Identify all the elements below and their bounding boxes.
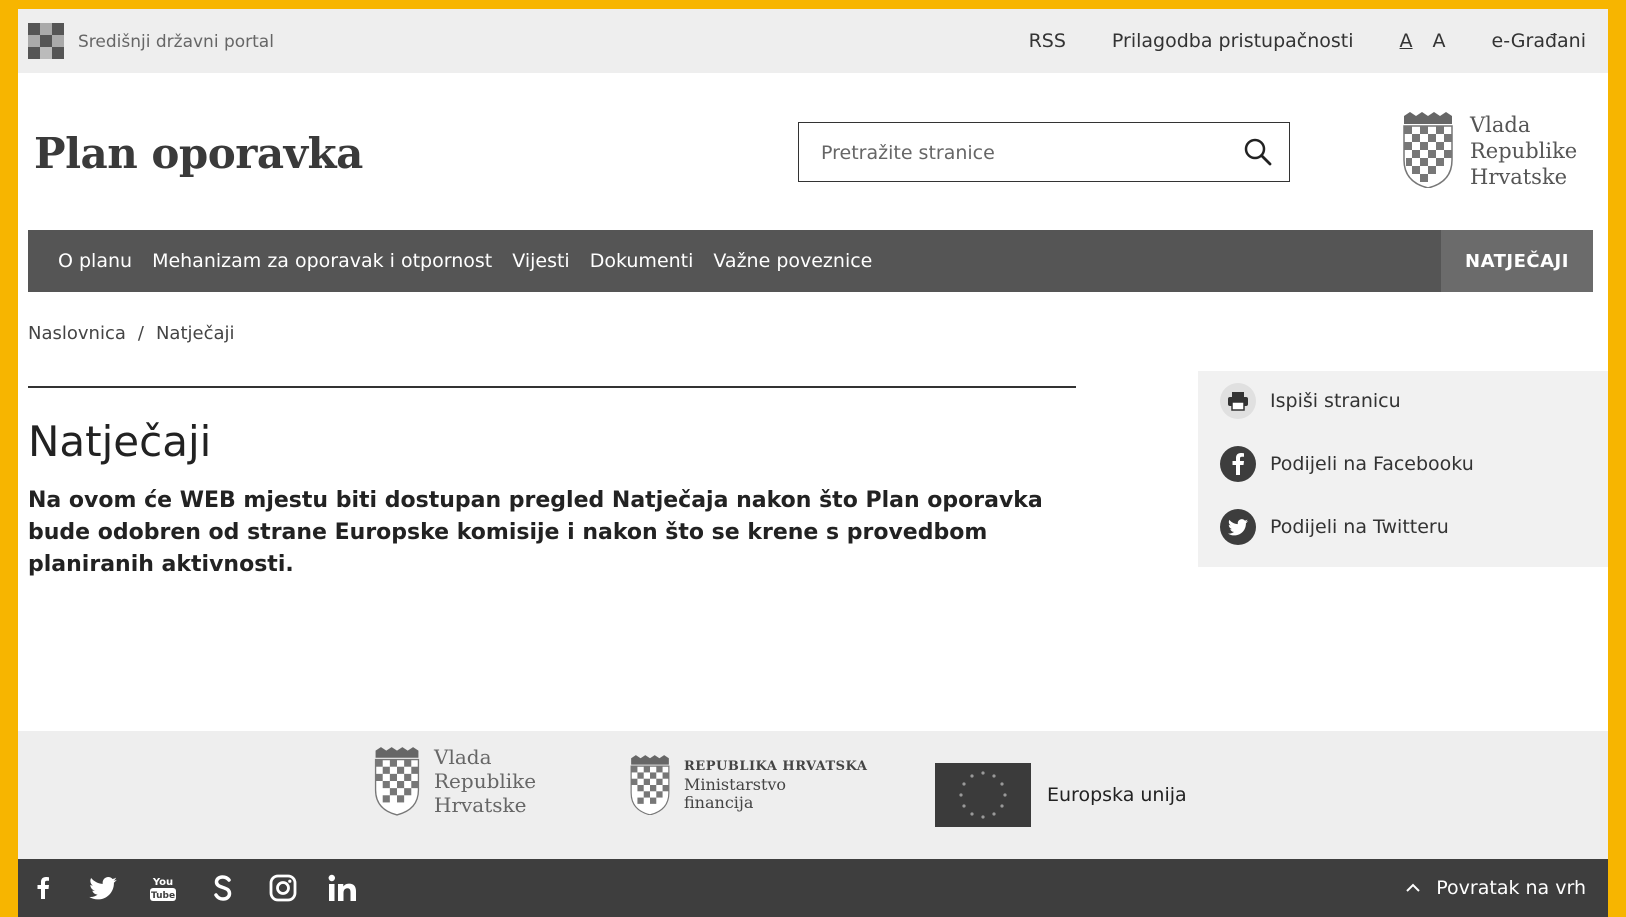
footer-logo-eu[interactable]: Europska unija bbox=[935, 763, 1187, 827]
print-page-label: Ispiši stranicu bbox=[1270, 390, 1401, 412]
eu-flag-icon bbox=[935, 763, 1031, 827]
share-facebook-label: Podijeli na Facebooku bbox=[1270, 453, 1474, 475]
footer-logos: Vlada Republike Hrvatske REPUBLIKA HRVAT… bbox=[18, 731, 1608, 859]
portal-link[interactable]: Središnji državni portal bbox=[28, 23, 274, 61]
footer-logo-line: Hrvatske bbox=[434, 793, 527, 817]
footer-logo-ministarstvo-text: REPUBLIKA HRVATSKA Ministarstvo financij… bbox=[684, 758, 867, 812]
share-twitter-label: Podijeli na Twitteru bbox=[1270, 516, 1449, 538]
breadcrumb-separator: / bbox=[137, 323, 144, 344]
s-icon[interactable] bbox=[208, 873, 238, 903]
portal-label: Središnji državni portal bbox=[78, 32, 274, 52]
twitter-icon[interactable] bbox=[88, 873, 118, 903]
print-page-link[interactable]: Ispiši stranicu bbox=[1220, 383, 1401, 419]
back-to-top-label: Povratak na vrh bbox=[1436, 877, 1586, 899]
egradjani-link[interactable]: e-Građani bbox=[1492, 30, 1586, 52]
twitter-icon bbox=[1220, 509, 1256, 545]
footer-logo-line: Ministarstvo bbox=[684, 775, 787, 794]
facebook-icon bbox=[1220, 446, 1256, 482]
share-facebook-link[interactable]: Podijeli na Facebooku bbox=[1220, 446, 1474, 482]
coat-of-arms-icon bbox=[630, 755, 670, 815]
printer-icon bbox=[1220, 383, 1256, 419]
frame-border-right bbox=[1608, 0, 1626, 917]
nav-item-vazne-poveznice[interactable]: Važne poveznice bbox=[713, 250, 872, 272]
page-title: Natječaji bbox=[28, 417, 212, 466]
site-title[interactable]: Plan oporavka bbox=[34, 129, 363, 178]
top-bar: Središnji državni portal RSS Prilagodba … bbox=[18, 9, 1608, 73]
nav-item-dokumenti[interactable]: Dokumenti bbox=[590, 250, 694, 272]
accessibility-link[interactable]: Prilagodba pristupačnosti bbox=[1112, 30, 1354, 52]
main-nav: O planu Mehanizam za oporavak i otpornos… bbox=[28, 230, 1593, 292]
footer-logo-line: Republike bbox=[434, 769, 537, 793]
footer-logo-vlada-text: Vlada Republike Hrvatske bbox=[434, 745, 536, 817]
intro-text: Na ovom će WEB mjestu biti dostupan preg… bbox=[28, 488, 1043, 577]
youtube-icon-text: Tube bbox=[151, 891, 175, 901]
frame-border-left bbox=[0, 0, 18, 917]
nav-item-o-planu[interactable]: O planu bbox=[58, 250, 132, 272]
social-links: You Tube bbox=[28, 859, 358, 917]
coat-of-arms-icon bbox=[1403, 112, 1453, 188]
gov-text-line: Republike bbox=[1470, 139, 1578, 163]
share-panel: Ispiši stranicu Podijeli na Facebooku Po… bbox=[1198, 371, 1608, 567]
gov-text-line: Vlada bbox=[1470, 113, 1531, 137]
footer-logo-vlada[interactable]: Vlada Republike Hrvatske bbox=[372, 745, 536, 817]
share-twitter-link[interactable]: Podijeli na Twitteru bbox=[1220, 509, 1449, 545]
gov-text-line: Hrvatske bbox=[1470, 165, 1568, 189]
chevron-up-icon bbox=[1406, 883, 1420, 892]
search-input[interactable] bbox=[819, 137, 1223, 169]
search-box bbox=[798, 122, 1290, 182]
top-links: RSS Prilagodba pristupačnosti A A e-Građ… bbox=[1029, 9, 1586, 73]
footer-logo-ministarstvo-title: REPUBLIKA HRVATSKA bbox=[684, 759, 868, 774]
government-logo-text: Vlada Republike Hrvatske bbox=[1470, 112, 1577, 190]
back-to-top-link[interactable]: Povratak na vrh bbox=[1406, 859, 1586, 917]
linkedin-icon[interactable] bbox=[328, 873, 358, 903]
portal-logo-icon bbox=[28, 23, 64, 59]
frame-border-top bbox=[0, 0, 1626, 9]
title-divider bbox=[28, 386, 1076, 388]
footer-logo-ministarstvo[interactable]: REPUBLIKA HRVATSKA Ministarstvo financij… bbox=[628, 755, 867, 815]
font-size-large-button[interactable]: A bbox=[1433, 30, 1446, 52]
search-icon[interactable] bbox=[1243, 137, 1273, 167]
nav-item-vijesti[interactable]: Vijesti bbox=[512, 250, 569, 272]
page: Središnji državni portal RSS Prilagodba … bbox=[18, 9, 1608, 917]
footer-logo-line: Vlada bbox=[434, 745, 492, 769]
coat-of-arms-icon bbox=[374, 747, 420, 816]
font-size-normal-button[interactable]: A bbox=[1400, 30, 1413, 52]
nav-item-mehanizam[interactable]: Mehanizam za oporavak i otpornost bbox=[152, 250, 492, 272]
breadcrumb-home-link[interactable]: Naslovnica bbox=[28, 323, 126, 344]
instagram-icon[interactable] bbox=[268, 873, 298, 903]
breadcrumb: Naslovnica / Natječaji bbox=[28, 323, 235, 344]
eu-label: Europska unija bbox=[1047, 784, 1187, 806]
breadcrumb-current: Natječaji bbox=[155, 323, 235, 344]
footer-bar: You Tube Povratak na vrh bbox=[18, 859, 1608, 917]
nav-natjecaji-button[interactable]: NATJEČAJI bbox=[1441, 230, 1593, 292]
nav-items: O planu Mehanizam za oporavak i otpornos… bbox=[58, 230, 872, 292]
youtube-icon[interactable]: You Tube bbox=[148, 873, 178, 903]
facebook-icon[interactable] bbox=[28, 873, 58, 903]
rss-link[interactable]: RSS bbox=[1029, 30, 1066, 52]
youtube-icon-text: You bbox=[152, 877, 173, 888]
government-logo[interactable]: Vlada Republike Hrvatske bbox=[1400, 112, 1577, 190]
font-size-switch: A A bbox=[1400, 30, 1446, 52]
screenshot-frame: Središnji državni portal RSS Prilagodba … bbox=[0, 0, 1626, 917]
footer-logo-line: financija bbox=[684, 793, 754, 812]
